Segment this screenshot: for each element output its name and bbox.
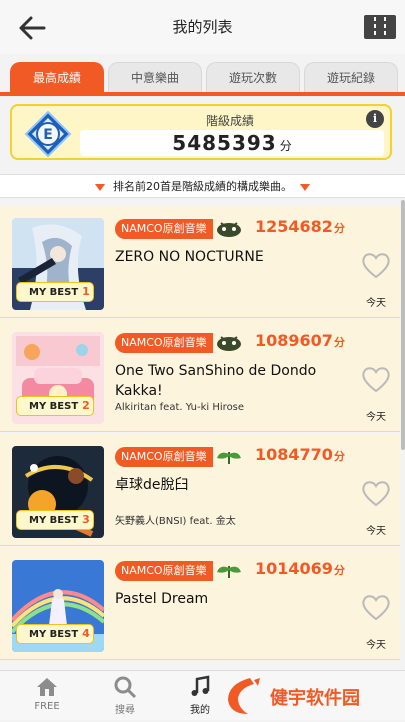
song-row[interactable]: MY BEST 1 NAMCO原創音樂 1254682分 ZERO NO NOCT…: [0, 206, 400, 318]
list-scrollbar[interactable]: [401, 200, 405, 450]
watermark-text: 健宇软件园: [270, 688, 360, 709]
song-title: ZERO NO NOCTURNE: [115, 249, 264, 265]
favorite-heart-icon[interactable]: [360, 250, 392, 280]
song-artist: Alkiritan feat. Yu-ki Hirose: [115, 402, 245, 413]
song-category-tag: NAMCO原創音樂: [115, 333, 213, 353]
my-best-badge: MY BEST 2: [16, 396, 94, 416]
song-score: 1014069分: [255, 559, 345, 578]
tab-favorites[interactable]: 中意樂曲: [108, 62, 202, 92]
tab-high-score[interactable]: 最高成績: [10, 62, 104, 92]
info-icon[interactable]: i: [366, 110, 384, 128]
grade-rank-letter: E: [43, 127, 53, 143]
watermark-emblem-icon: [228, 678, 260, 714]
song-title: Pastel Dream: [115, 591, 209, 607]
song-score: 1089607分: [255, 331, 345, 350]
favorite-heart-icon[interactable]: [360, 478, 392, 508]
watermark-logo: 健宇软件园: [220, 674, 400, 718]
play-date: 今天: [366, 640, 386, 651]
music-note-icon: [191, 675, 210, 696]
song-category-tag: NAMCO原創音樂: [115, 447, 213, 467]
grade-score-unit: 分: [279, 139, 292, 153]
play-date: 今天: [366, 526, 386, 537]
song-title: 卓球de脫臼: [115, 477, 189, 493]
grade-label: 階級成績: [205, 114, 254, 128]
song-row[interactable]: MY BEST 4 NAMCO原創音樂 1014069分 Pastel Dream…: [0, 548, 400, 660]
song-list[interactable]: MY BEST 1 NAMCO原創音樂 1254682分 ZERO NO NOCT…: [0, 200, 400, 670]
song-row[interactable]: MY BEST 3 NAMCO原創音樂 1084770分 卓球de脫臼 矢野義人(…: [0, 434, 400, 546]
tab-play-history[interactable]: 遊玩紀錄: [304, 62, 398, 92]
difficulty-leaf-icon: [217, 566, 241, 578]
ticket-icon[interactable]: [363, 14, 397, 40]
favorite-heart-icon[interactable]: [360, 592, 392, 622]
favorite-heart-icon[interactable]: [360, 364, 392, 394]
play-date: 今天: [366, 412, 386, 423]
tab-underline: [0, 92, 405, 96]
song-category-tag: NAMCO原創音樂: [115, 219, 213, 239]
triangle-down-icon: [95, 183, 105, 191]
triangle-down-icon: [300, 183, 310, 191]
difficulty-leaf-icon: [217, 452, 241, 464]
my-best-badge: MY BEST 3: [16, 510, 94, 530]
my-best-badge: MY BEST 1: [16, 282, 94, 302]
difficulty-oni-icon: [217, 222, 241, 237]
home-icon: [37, 678, 57, 696]
my-best-badge: MY BEST 4: [16, 624, 94, 644]
ranking-notice: 排名前20首是階級成績的構成樂曲。: [0, 174, 405, 198]
play-date: 今天: [366, 298, 386, 309]
song-category-tag: NAMCO原創音樂: [115, 561, 213, 581]
song-title: One Two SanShino de Dondo Kakka!: [115, 363, 317, 399]
grade-score-box: 5485393 分: [80, 130, 384, 156]
grade-score-value: 5485393: [172, 131, 277, 155]
nav-search[interactable]: 搜尋: [95, 675, 155, 716]
grade-rank-badge: E: [24, 110, 72, 158]
song-artist: 矢野義人(BNSI) feat. 金太: [115, 516, 236, 527]
nav-free[interactable]: FREE: [17, 675, 77, 712]
song-score: 1084770分: [255, 445, 345, 464]
page-title: 我的列表: [172, 18, 233, 36]
song-row[interactable]: MY BEST 2 NAMCO原創音樂 1089607分 One Two SanS…: [0, 320, 400, 432]
notice-text: 排名前20首是階級成績的構成樂曲。: [113, 180, 292, 193]
grade-score-panel: E 階級成績 5485393 分 i: [10, 104, 392, 160]
tab-play-count[interactable]: 遊玩次數: [206, 62, 300, 92]
song-score: 1254682分: [255, 217, 345, 236]
search-icon: [114, 676, 137, 699]
app-header: 我的列表: [0, 0, 405, 54]
difficulty-oni-icon: [217, 336, 241, 351]
tab-bar: 最高成績 中意樂曲 遊玩次數 遊玩紀錄: [0, 54, 405, 94]
